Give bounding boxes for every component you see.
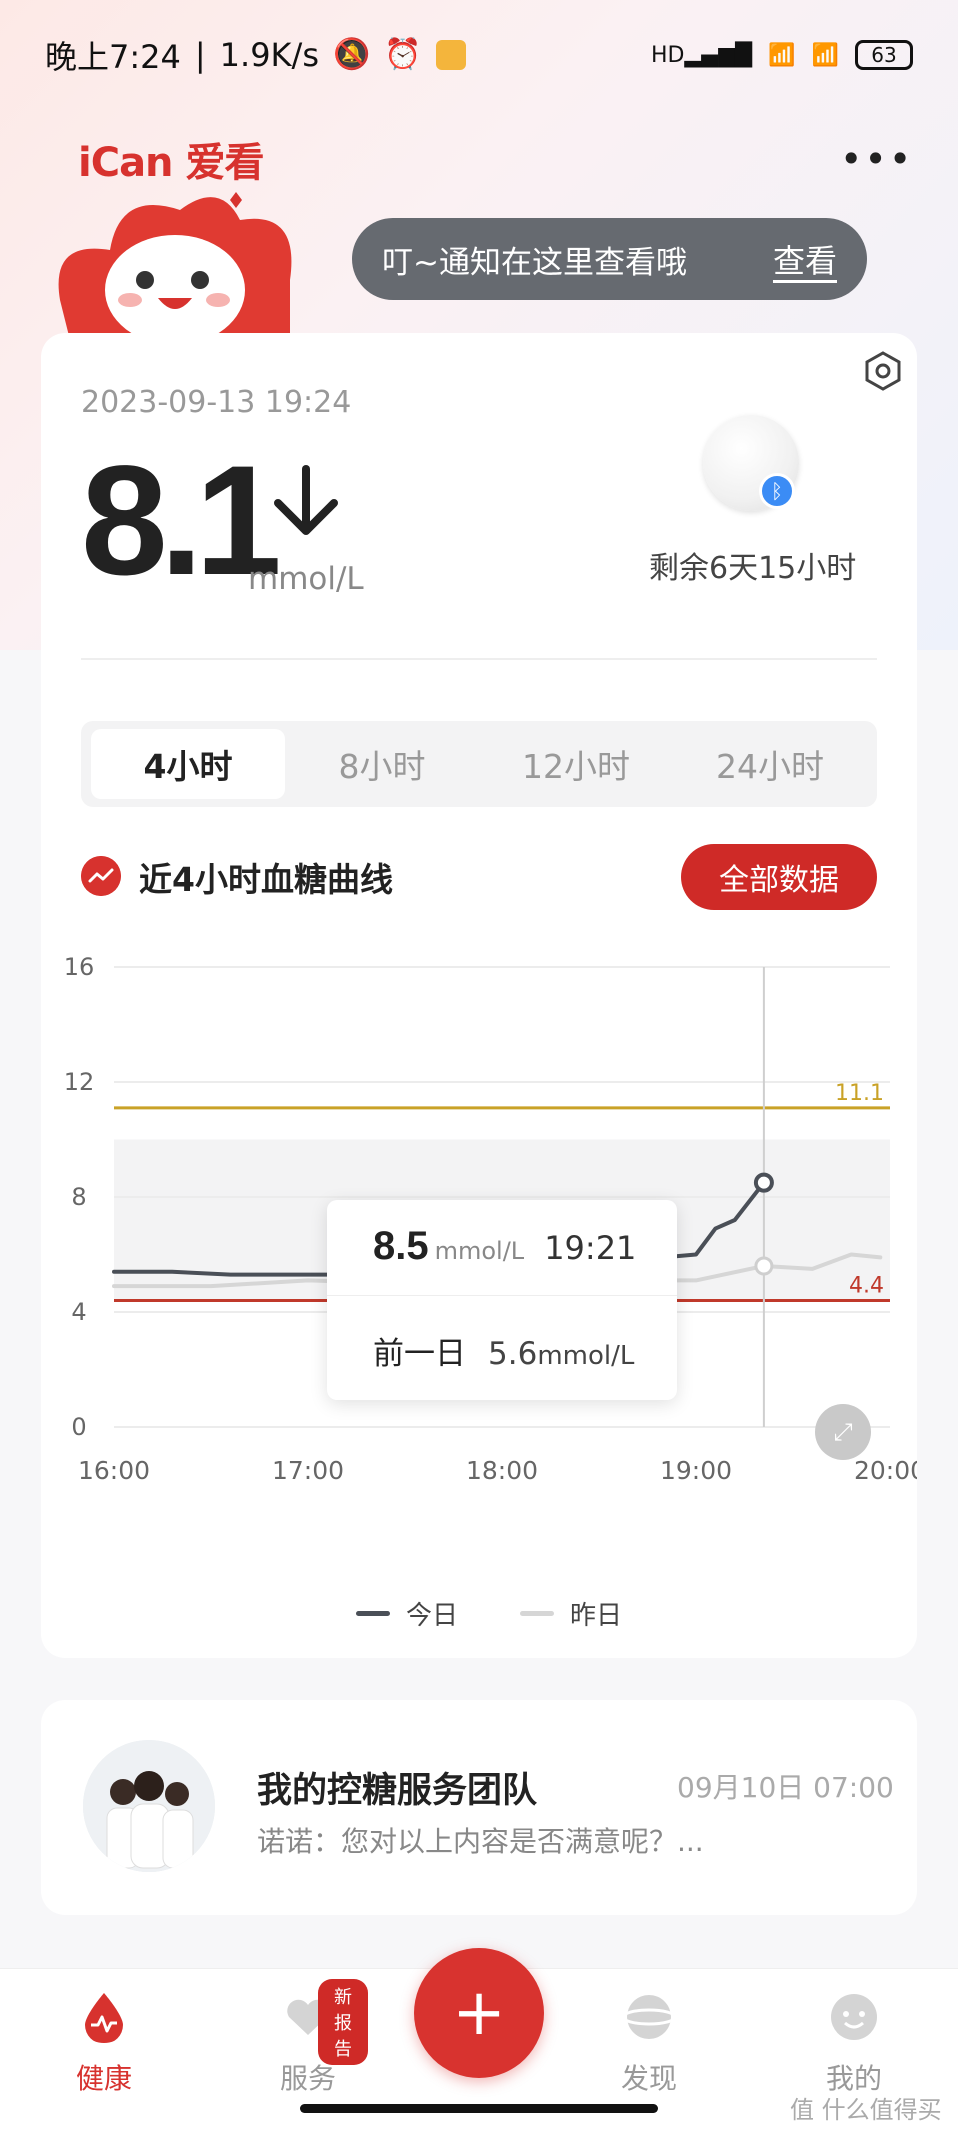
alarm-icon: ⏰ — [384, 37, 422, 72]
x-tick-label: 18:00 — [466, 1456, 538, 1483]
battery-icon: 63 — [855, 40, 913, 70]
time-range-tabs: 4小时 8小时 12小时 24小时 — [81, 721, 877, 807]
fullscreen-icon[interactable]: ⤢ — [815, 1404, 871, 1460]
notes-app-icon — [435, 40, 466, 70]
tooltip-unit: mmol/L — [434, 1237, 525, 1265]
chart-legend: 今日 昨日 — [356, 1595, 622, 1632]
discover-icon — [621, 1995, 677, 2039]
more-menu-button[interactable]: ••• — [840, 140, 913, 178]
trend-chart-icon — [81, 856, 121, 896]
team-avatar — [83, 1740, 215, 1872]
health-drop-icon — [85, 1993, 123, 2044]
trend-down-arrow-icon — [274, 465, 338, 535]
legend-yesterday-swatch — [520, 1611, 555, 1616]
x-tick-label: 17:00 — [272, 1456, 344, 1483]
y-tick-label: 0 — [71, 1413, 86, 1441]
legend-today-label: 今日 — [406, 1601, 459, 1631]
chart-tooltip: 8.5 mmol/L 19:21 前一日 5.6 mmol/L — [327, 1200, 677, 1400]
y-tick-label: 4 — [71, 1298, 86, 1326]
tab-24h[interactable]: 24小时 — [673, 729, 867, 799]
threshold-label: 4.4 — [849, 1274, 884, 1299]
network-speed: 1.9K/s — [219, 36, 319, 74]
mascot-illustration — [58, 192, 292, 340]
x-tick-label: 19:00 — [660, 1456, 732, 1483]
divider — [81, 658, 877, 660]
wifi-icon-2: 📶 — [811, 42, 839, 68]
y-tick-label: 12 — [64, 1068, 95, 1096]
home-indicator — [300, 2104, 658, 2113]
tooltip-prev-unit: mmol/L — [537, 1341, 635, 1371]
nav-mine[interactable]: 我的 — [794, 1989, 914, 2097]
settings-hex-icon[interactable] — [861, 349, 905, 393]
sensor-remaining-time: 剩余6天15小时 — [649, 551, 857, 586]
glucose-value: 8.1 — [81, 434, 282, 608]
team-message-preview: 诺诺：您对以上内容是否满意呢？... — [257, 1825, 704, 1858]
today-cursor-point — [753, 1172, 774, 1193]
y-tick-label: 16 — [64, 953, 95, 981]
legend-today-swatch — [356, 1611, 390, 1616]
nav-service[interactable]: 服务 新报告 — [248, 1979, 368, 2097]
tooltip-divider — [327, 1295, 677, 1296]
tab-4h[interactable]: 4小时 — [91, 729, 285, 799]
status-bar: 晚上7:24 | 1.9K/s 🔕 ⏰ HD▂▄▆█ 📶 📶 63 — [0, 0, 958, 110]
status-time: 晚上7:24 — [45, 38, 181, 76]
x-tick-label: 20:00 — [854, 1456, 917, 1483]
team-title: 我的控糖服务团队 — [257, 1771, 538, 1811]
tooltip-value: 8.5 — [373, 1224, 429, 1268]
tooltip-prev-value: 5.6 — [488, 1336, 538, 1372]
tab-8h[interactable]: 8小时 — [285, 729, 479, 799]
x-tick-label: 16:00 — [78, 1456, 150, 1483]
new-report-badge: 新报告 — [318, 1979, 368, 2065]
notice-banner[interactable]: 叮~通知在这里查看哦 查看 — [352, 218, 867, 300]
tooltip-time: 19:21 — [544, 1229, 637, 1267]
notice-text: 叮~通知在这里查看哦 — [382, 244, 687, 281]
glucose-card: 2023-09-13 19:24 8.1 mmol/L ᛒ 剩余6天15小时 4… — [41, 333, 917, 1658]
bluetooth-icon: ᛒ — [759, 473, 795, 509]
yesterday-cursor-point — [754, 1256, 774, 1276]
nav-health[interactable]: 健康 — [44, 1989, 164, 2097]
glucose-unit: mmol/L — [248, 561, 364, 597]
team-message-time: 09月10日 07:00 — [677, 1771, 894, 1804]
signal-icon: HD▂▄▆█ — [651, 42, 753, 68]
reading-datetime: 2023-09-13 19:24 — [81, 385, 352, 420]
wifi-icon: 📶 — [768, 42, 796, 68]
tab-12h[interactable]: 12小时 — [479, 729, 673, 799]
all-data-button[interactable]: 全部数据 — [681, 844, 877, 910]
nav-discover[interactable]: 发现 — [589, 1989, 709, 2097]
add-record-button[interactable]: + — [414, 1948, 544, 2078]
y-tick-label: 8 — [71, 1183, 86, 1211]
profile-face-icon — [831, 1994, 877, 2040]
tooltip-prev-label: 前一日 — [373, 1336, 466, 1372]
service-team-card[interactable]: 我的控糖服务团队 09月10日 07:00 诺诺：您对以上内容是否满意呢？... — [41, 1700, 917, 1915]
notice-view-link[interactable]: 查看 — [773, 236, 837, 282]
legend-yesterday-label: 昨日 — [570, 1601, 623, 1631]
threshold-label: 11.1 — [835, 1081, 884, 1106]
curve-title: 近4小时血糖曲线 — [139, 860, 393, 899]
mute-icon: 🔕 — [332, 37, 371, 72]
watermark: 值 什么值得买 — [790, 2096, 942, 2124]
